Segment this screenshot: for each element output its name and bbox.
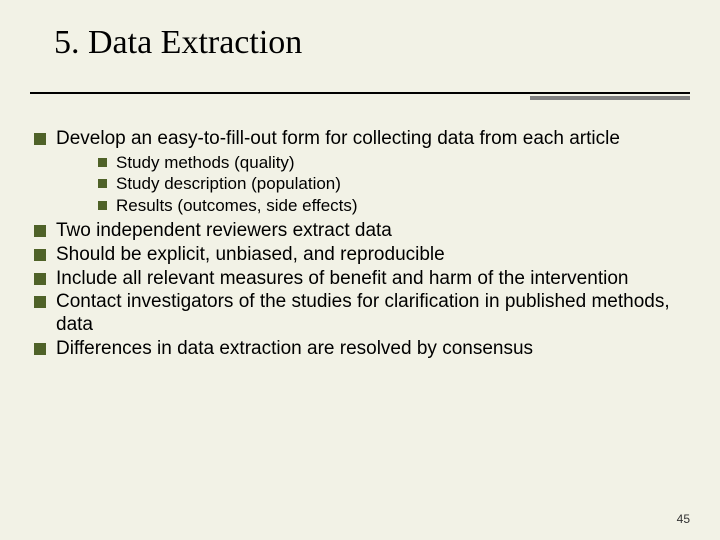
list-item-text: Results (outcomes, side effects) [116, 196, 690, 216]
list-item: Two independent reviewers extract data [30, 220, 690, 243]
divider-line [30, 92, 690, 94]
content-list: Develop an easy-to-fill-out form for col… [30, 128, 690, 361]
list-item: Study description (population) [98, 174, 690, 194]
list-item: Should be explicit, unbiased, and reprod… [30, 244, 690, 267]
list-item-text: Study methods (quality) [116, 153, 690, 173]
list-item: Contact investigators of the studies for… [30, 291, 690, 337]
list-item-text: Study description (population) [116, 174, 690, 194]
list-item: Differences in data extraction are resol… [30, 338, 690, 361]
divider-shadow [530, 96, 690, 100]
list-item: Results (outcomes, side effects) [98, 196, 690, 216]
list-item-text: Contact investigators of the studies for… [56, 291, 690, 337]
list-item: Include all relevant measures of benefit… [30, 268, 690, 291]
square-bullet-icon [34, 133, 46, 145]
square-bullet-icon [34, 343, 46, 355]
list-item-text: Two independent reviewers extract data [56, 220, 690, 243]
square-bullet-icon [34, 273, 46, 285]
square-bullet-icon [98, 158, 107, 167]
page-number: 45 [677, 512, 690, 526]
list-item-text: Should be explicit, unbiased, and reprod… [56, 244, 690, 267]
square-bullet-icon [34, 249, 46, 261]
list-item-text: Develop an easy-to-fill-out form for col… [56, 128, 690, 151]
list-item: Study methods (quality) [98, 153, 690, 173]
square-bullet-icon [98, 179, 107, 188]
list-item-text: Differences in data extraction are resol… [56, 338, 690, 361]
list-item: Develop an easy-to-fill-out form for col… [30, 128, 690, 151]
divider [30, 92, 690, 100]
sub-list: Study methods (quality) Study descriptio… [98, 153, 690, 216]
square-bullet-icon [34, 225, 46, 237]
list-item-text: Include all relevant measures of benefit… [56, 268, 690, 291]
square-bullet-icon [98, 201, 107, 210]
slide-title: 5. Data Extraction [30, 18, 690, 62]
square-bullet-icon [34, 296, 46, 308]
